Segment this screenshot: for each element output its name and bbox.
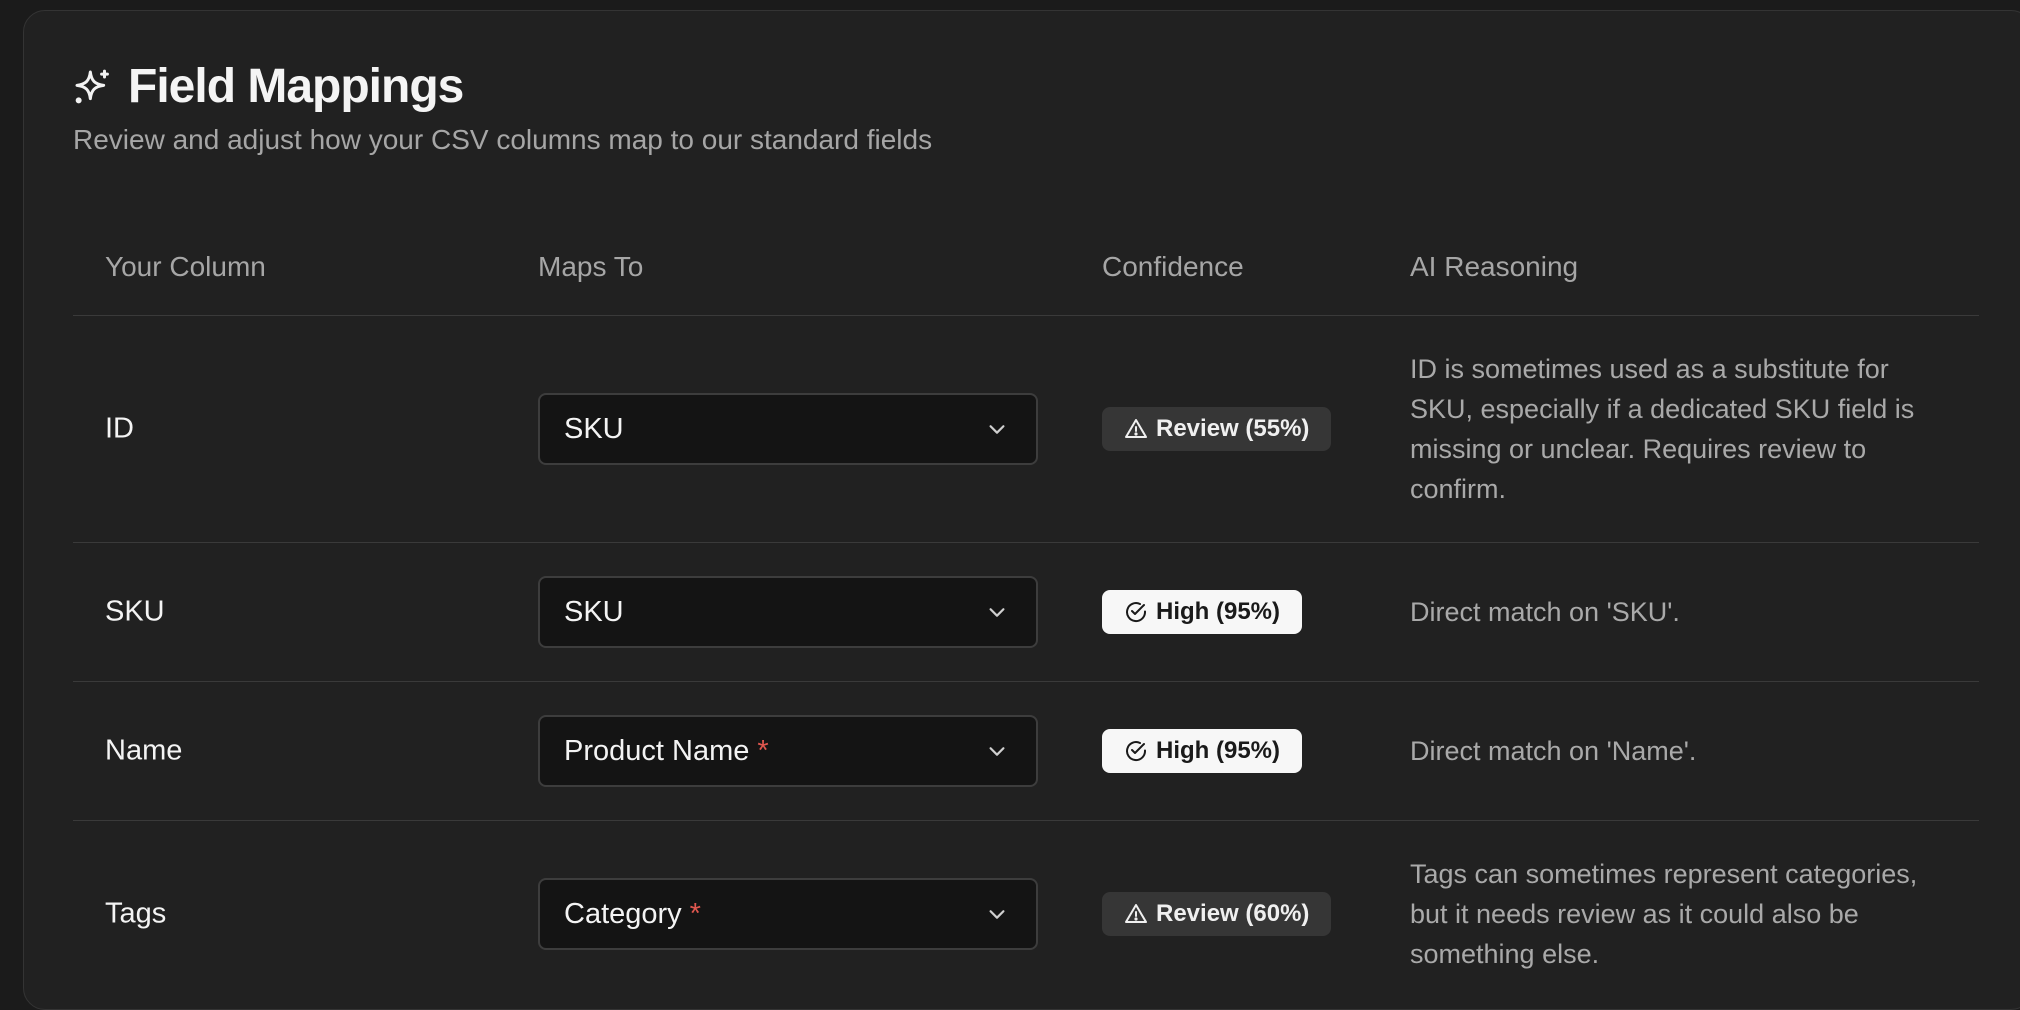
select-value: Product Name bbox=[564, 734, 750, 767]
table-row: Tags Category * Review (60%) Tags can so… bbox=[73, 821, 1979, 1007]
table-header: Your Column Maps To Confidence AI Reason… bbox=[73, 231, 1979, 316]
source-column-name: Tags bbox=[105, 897, 167, 930]
select-value: Category bbox=[564, 897, 682, 930]
warning-icon bbox=[1125, 904, 1147, 923]
chevron-down-icon bbox=[989, 747, 1005, 756]
maps-to-select[interactable]: Category * bbox=[538, 878, 1038, 950]
ai-reasoning: Direct match on 'Name'. bbox=[1410, 736, 1697, 766]
table-row: ID SKU Review (55%) ID is sometimes used… bbox=[73, 316, 1979, 543]
page-title: Field Mappings bbox=[128, 60, 464, 113]
card-header: Field Mappings bbox=[72, 59, 464, 114]
table-row: SKU SKU High (95%) Direct match on 'SKU'… bbox=[73, 543, 1979, 682]
confidence-badge: Review (60%) bbox=[1102, 892, 1332, 936]
ai-reasoning: Direct match on 'SKU'. bbox=[1410, 597, 1680, 627]
check-circle-icon bbox=[1126, 602, 1147, 623]
chevron-down-icon bbox=[989, 608, 1005, 617]
maps-to-select[interactable]: SKU bbox=[538, 576, 1038, 648]
confidence-label: Review (55%) bbox=[1156, 415, 1310, 442]
table-row: Name Product Name * High (95%) Direct ma… bbox=[73, 682, 1979, 821]
sparkles-icon bbox=[72, 67, 112, 107]
chevron-down-icon bbox=[989, 910, 1005, 919]
source-column-name: ID bbox=[105, 412, 134, 445]
header-ai-reasoning: AI Reasoning bbox=[1410, 251, 1579, 282]
chevron-down-icon bbox=[989, 425, 1005, 434]
ai-reasoning: Tags can sometimes represent categories,… bbox=[1410, 859, 1918, 969]
header-maps-to: Maps To bbox=[538, 251, 644, 282]
confidence-badge: High (95%) bbox=[1102, 590, 1303, 634]
confidence-label: High (95%) bbox=[1156, 598, 1281, 625]
page-subtitle: Review and adjust how your CSV columns m… bbox=[73, 124, 933, 155]
header-your-column: Your Column bbox=[105, 251, 266, 282]
source-column-name: Name bbox=[105, 734, 183, 767]
header-confidence: Confidence bbox=[1102, 251, 1244, 282]
confidence-badge: High (95%) bbox=[1102, 729, 1303, 773]
confidence-badge: Review (55%) bbox=[1102, 407, 1332, 451]
select-value: SKU bbox=[564, 412, 624, 445]
ai-reasoning: ID is sometimes used as a substitute for… bbox=[1410, 354, 1915, 504]
confidence-label: Review (60%) bbox=[1156, 900, 1310, 927]
select-value: SKU bbox=[564, 595, 624, 628]
required-marker: * bbox=[689, 897, 701, 930]
maps-to-select[interactable]: SKU bbox=[538, 393, 1038, 465]
warning-icon bbox=[1125, 419, 1147, 438]
check-circle-icon bbox=[1126, 741, 1147, 762]
maps-to-select[interactable]: Product Name * bbox=[538, 715, 1038, 787]
source-column-name: SKU bbox=[105, 595, 165, 628]
mappings-table: Your Column Maps To Confidence AI Reason… bbox=[73, 231, 1979, 1007]
confidence-label: High (95%) bbox=[1156, 737, 1281, 764]
required-marker: * bbox=[757, 734, 769, 767]
field-mappings-card: Field Mappings Review and adjust how you… bbox=[23, 10, 2020, 1010]
